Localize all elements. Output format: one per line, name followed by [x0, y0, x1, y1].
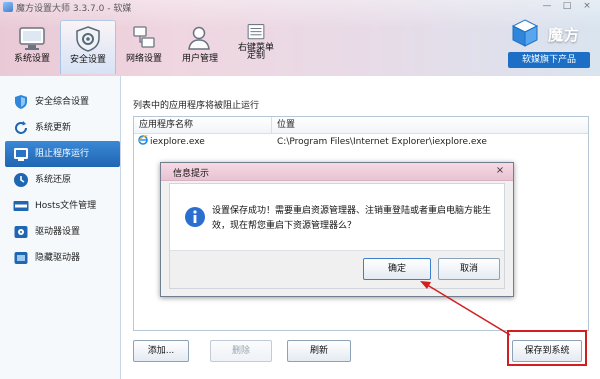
add-button[interactable]: 添加...: [133, 340, 189, 362]
tab-security-settings[interactable]: 安全设置: [60, 20, 116, 74]
monitor-settings-icon: [19, 27, 45, 50]
info-dialog: 信息提示 × 设置保存成功！需要重启资源管理器、注销重登陆或者重启电脑方能生效，…: [160, 162, 514, 297]
tab-network-settings[interactable]: 网络设置: [116, 20, 172, 74]
table-row[interactable]: iexplore.exe C:\Program Files\Internet E…: [134, 134, 588, 151]
close-button[interactable]: ×: [578, 0, 596, 13]
dialog-footer: 确定 取消: [170, 250, 504, 288]
user-icon: [188, 26, 210, 50]
hosts-icon: [13, 201, 29, 211]
tab-system-settings[interactable]: 系统设置: [4, 20, 60, 74]
sidebar-item-hide-drives[interactable]: 隐藏驱动器: [5, 245, 120, 271]
tab-label: 系统设置: [13, 54, 50, 64]
dialog-body: 设置保存成功！需要重启资源管理器、注销重登陆或者重启电脑方能生效，现在帮您重启下…: [169, 183, 505, 289]
window-title: 魔方设置大师 3.3.7.0 - 软媒: [16, 4, 132, 14]
network-icon: [133, 26, 155, 48]
column-header-location[interactable]: 位置: [272, 117, 588, 133]
sidebar: 安全综合设置 系统更新 阻止程序运行 系统还原 Hosts文件管理 驱动器设置 …: [0, 76, 121, 379]
minimize-button[interactable]: —: [538, 0, 556, 13]
sidebar-item-label: 驱动器设置: [35, 227, 81, 237]
brand-logo: 魔方 软媒旗下产品: [508, 16, 590, 70]
sidebar-item-label: 安全综合设置: [35, 97, 90, 107]
sidebar-item-label: 系统更新: [35, 123, 72, 133]
program-path: C:\Program Files\Internet Explorer\iexpl…: [277, 137, 487, 147]
shield-gear-icon: [76, 26, 100, 52]
tab-context-menu[interactable]: 右键菜单 定制: [228, 20, 284, 74]
sidebar-item-label: 阻止程序运行: [35, 149, 90, 159]
dialog-title: 信息提示: [173, 169, 210, 179]
refresh-icon: [15, 121, 27, 134]
shield-icon: [15, 95, 27, 109]
sidebar-item-security-overview[interactable]: 安全综合设置: [5, 89, 120, 115]
tab-label: 用户管理: [181, 54, 218, 64]
drive-icon: [14, 226, 28, 238]
title-bar: 魔方设置大师 3.3.7.0 - 软媒 — □ ×: [0, 0, 600, 14]
rubik-cube-icon: [511, 19, 539, 47]
tab-user-management[interactable]: 用户管理: [172, 20, 228, 74]
sidebar-item-system-restore[interactable]: 系统还原: [5, 167, 120, 193]
sidebar-item-label: 隐藏驱动器: [35, 253, 81, 263]
tab-label-line2: 定制: [246, 51, 265, 61]
sidebar-item-label: 系统还原: [35, 175, 72, 185]
dialog-title-bar[interactable]: 信息提示 ×: [161, 163, 513, 181]
tab-label: 安全设置: [69, 55, 106, 65]
brand-name: 魔方: [548, 26, 581, 44]
internet-explorer-icon: [138, 135, 148, 145]
dialog-close-button[interactable]: ×: [492, 165, 508, 178]
delete-button[interactable]: 删除: [210, 340, 272, 362]
sidebar-item-drive-settings[interactable]: 驱动器设置: [5, 219, 120, 245]
table-header: 应用程序名称 位置: [134, 117, 588, 134]
info-icon: [185, 207, 205, 227]
sidebar-item-hosts[interactable]: Hosts文件管理: [5, 193, 120, 219]
sidebar-item-label: Hosts文件管理: [35, 201, 97, 211]
maximize-button[interactable]: □: [558, 0, 576, 13]
refresh-button[interactable]: 刷新: [287, 340, 351, 362]
dialog-message: 设置保存成功！需要重启资源管理器、注销重登陆或者重启电脑方能生效，现在帮您重启下…: [212, 206, 492, 231]
restore-icon: [14, 173, 28, 187]
dialog-cancel-button[interactable]: 取消: [438, 258, 500, 280]
annotation-highlight-box: [507, 330, 587, 366]
brand-subtitle[interactable]: 软媒旗下产品: [508, 52, 590, 68]
list-caption: 列表中的应用程序将被阻止运行: [133, 101, 260, 111]
app-logo-icon: [3, 2, 13, 12]
context-menu-icon: [247, 24, 265, 40]
column-header-name[interactable]: 应用程序名称: [134, 117, 272, 133]
hidden-drive-icon: [14, 252, 28, 264]
main-toolbar: 系统设置 安全设置 网络设置 用户管理 右键菜单 定制: [4, 20, 284, 74]
sidebar-item-system-update[interactable]: 系统更新: [5, 115, 120, 141]
block-app-icon: [14, 148, 28, 161]
sidebar-item-block-programs[interactable]: 阻止程序运行: [5, 141, 120, 167]
app-header: 魔方设置大师 3.3.7.0 - 软媒 — □ × 系统设置 安全设置 网络设置…: [0, 0, 600, 76]
tab-label: 网络设置: [125, 54, 162, 64]
dialog-ok-button[interactable]: 确定: [363, 258, 431, 280]
table-cell-name: iexplore.exe: [134, 134, 272, 151]
program-name: iexplore.exe: [150, 137, 205, 147]
